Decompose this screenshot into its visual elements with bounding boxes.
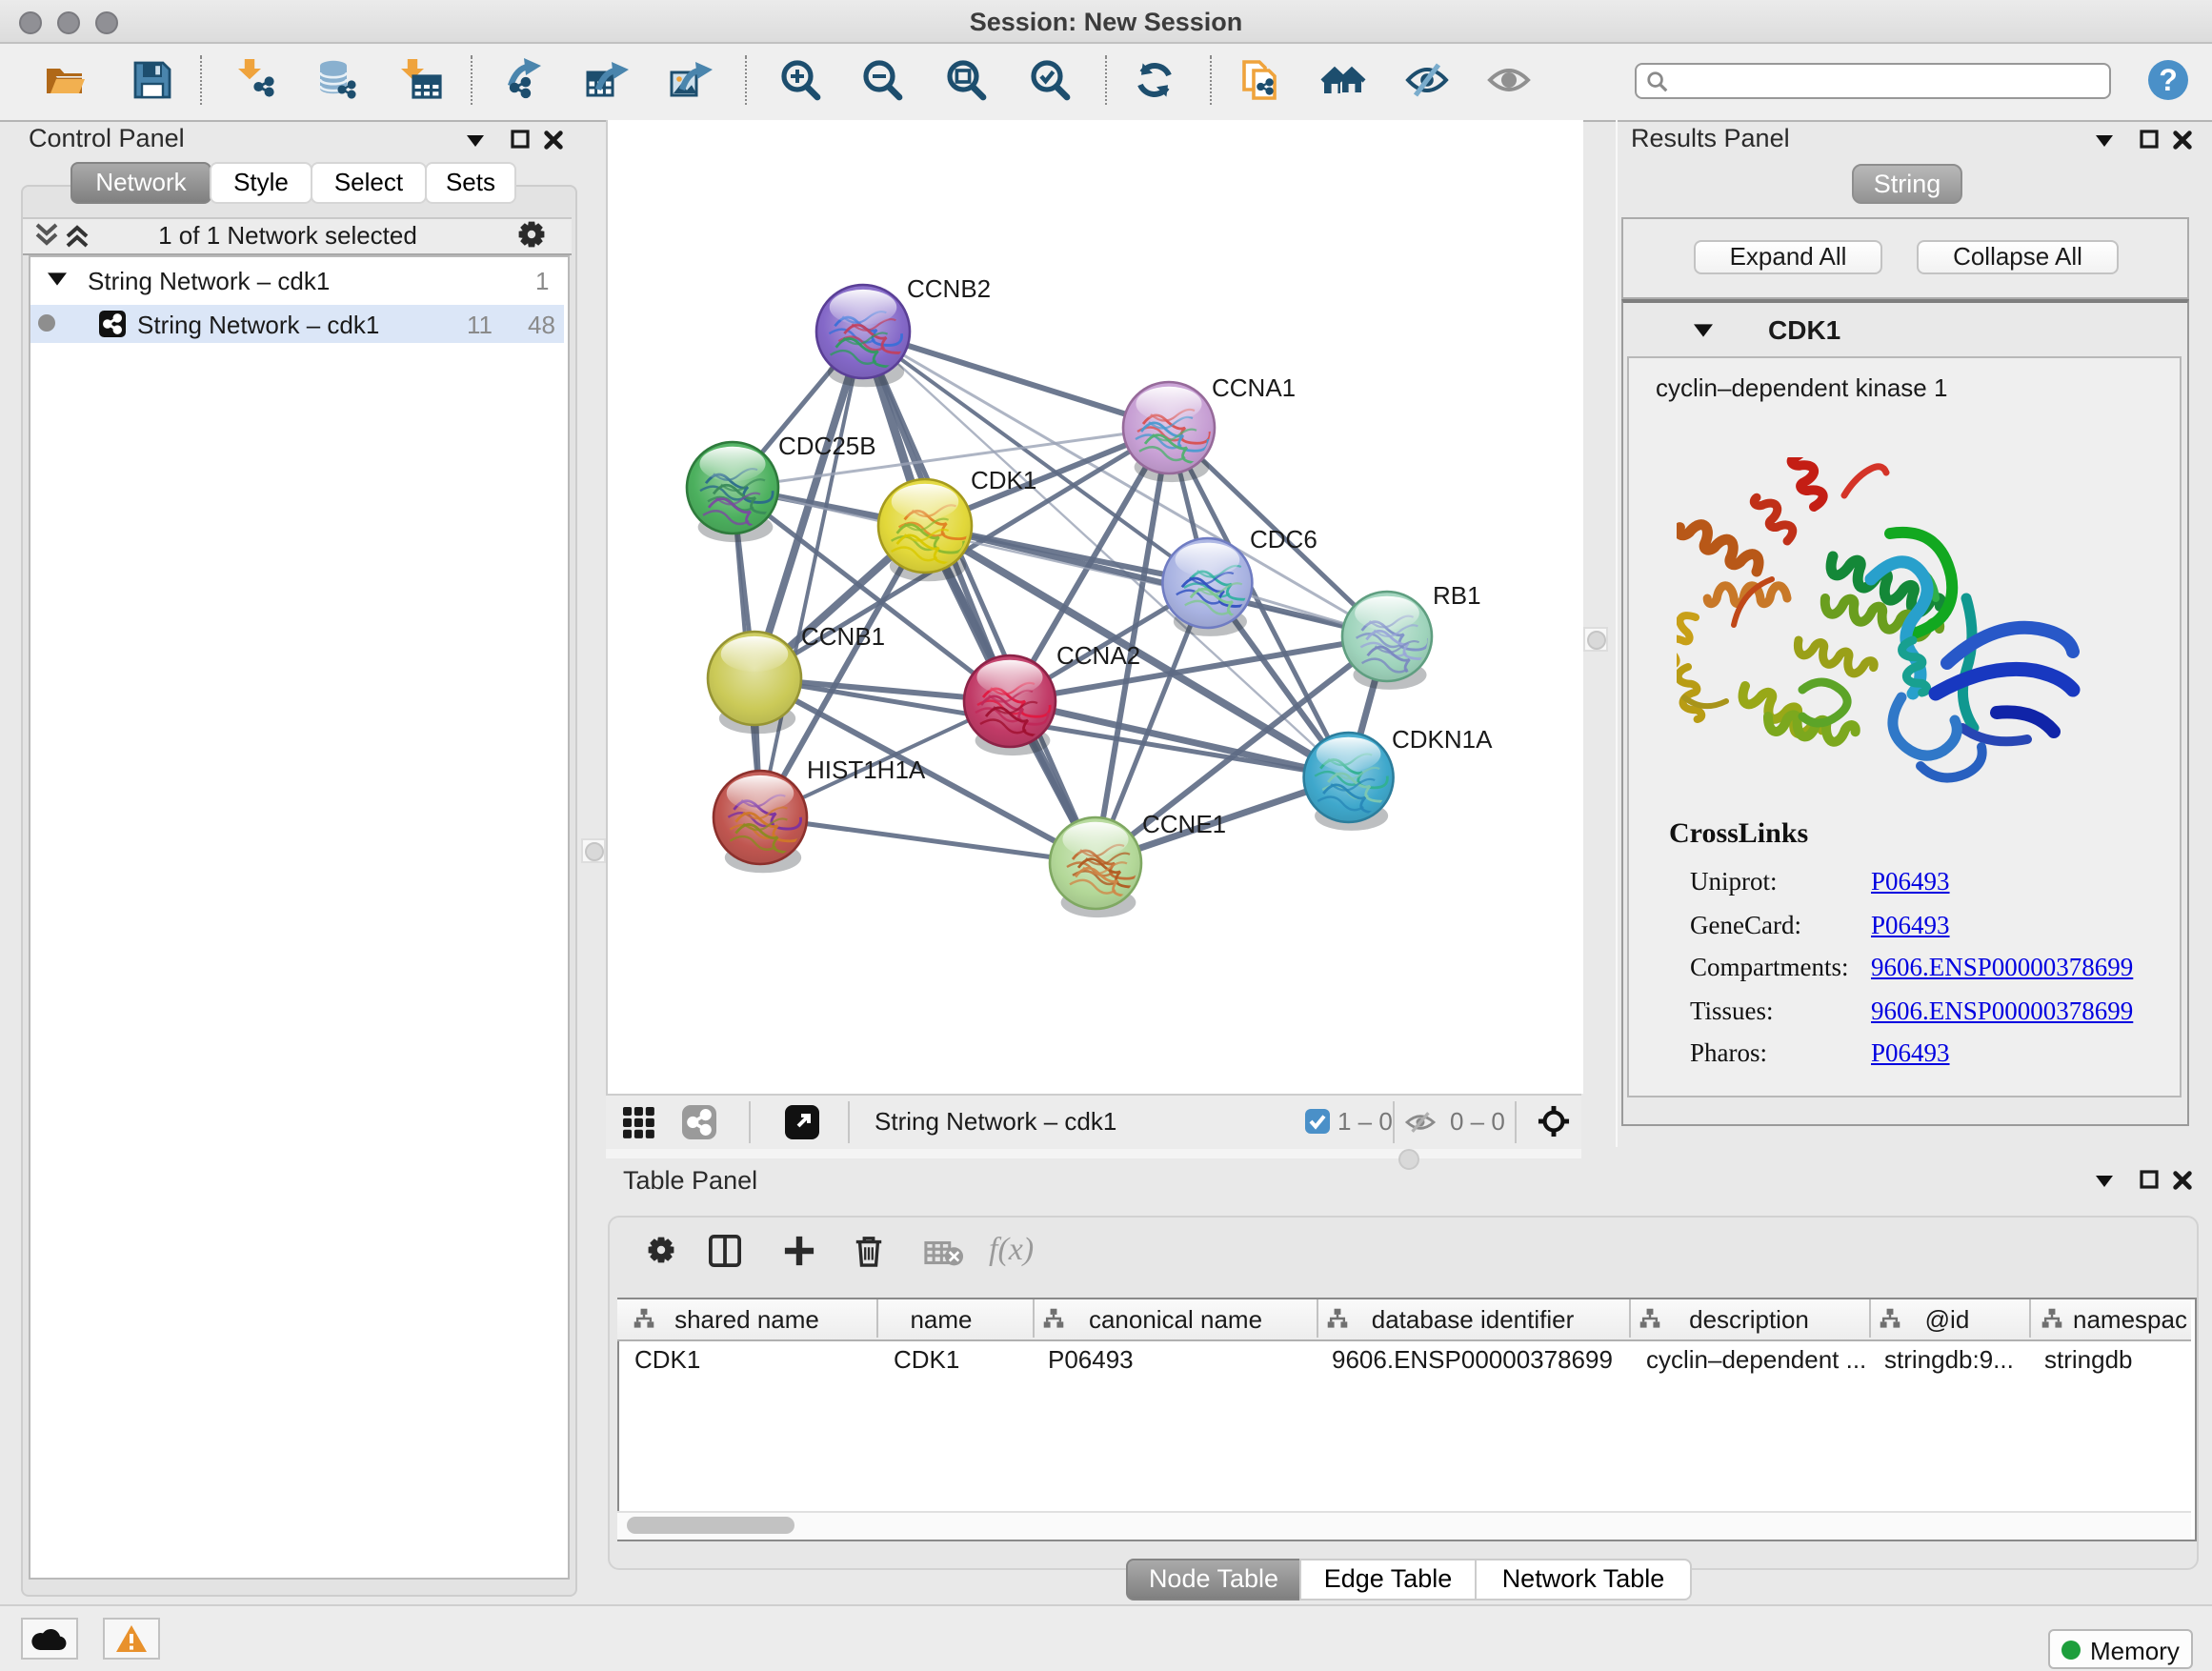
svg-text:HIST1H1A: HIST1H1A — [807, 755, 926, 784]
svg-text:CDC25B: CDC25B — [778, 432, 876, 460]
svg-text:CCNA1: CCNA1 — [1212, 373, 1296, 402]
svg-text:CDKN1A: CDKN1A — [1392, 725, 1493, 754]
svg-text:CCNE1: CCNE1 — [1142, 810, 1226, 838]
svg-text:CCNA2: CCNA2 — [1056, 641, 1140, 670]
svg-text:?: ? — [2159, 63, 2178, 97]
svg-text:CCNB2: CCNB2 — [907, 274, 991, 303]
svg-text:CCNB1: CCNB1 — [801, 622, 885, 651]
svg-text:CDC6: CDC6 — [1250, 525, 1317, 554]
svg-text:RB1: RB1 — [1433, 581, 1481, 610]
svg-text:CDK1: CDK1 — [971, 466, 1036, 494]
